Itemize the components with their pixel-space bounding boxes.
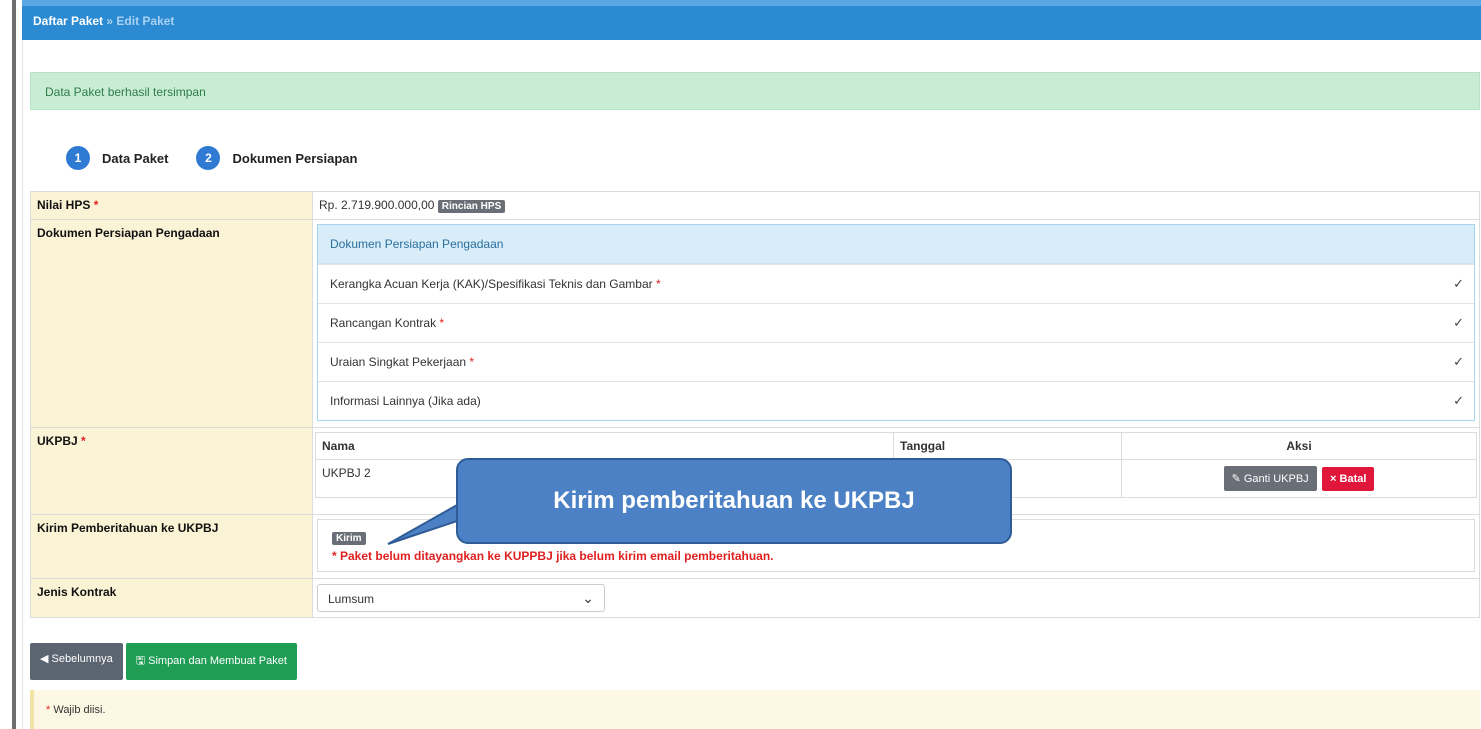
rincian-hps-button[interactable]: Rincian HPS	[437, 200, 506, 213]
save-icon: 🖫	[135, 655, 146, 667]
row-nilai-hps: Nilai HPS * Rp. 2.719.900.000,00 Rincian…	[30, 191, 1480, 220]
step-dokumen-persiapan[interactable]: 2 Dokumen Persiapan	[196, 146, 357, 170]
ukpbj-aksi: ✎ Ganti UKPBJ × Batal	[1121, 459, 1477, 498]
edit-icon: ✎	[1231, 473, 1241, 485]
col-tanggal: Tanggal	[893, 432, 1122, 460]
value-jenis-kontrak: Lumsum ⌄	[312, 578, 1480, 618]
batal-button[interactable]: × Batal	[1322, 467, 1375, 491]
jenis-kontrak-selected: Lumsum	[328, 592, 375, 606]
label-dokumen-persiapan: Dokumen Persiapan Pengadaan	[30, 219, 313, 428]
label-ukpbj: UKPBJ *	[30, 427, 313, 515]
paket-form: Nilai HPS * Rp. 2.719.900.000,00 Rincian…	[30, 191, 1480, 618]
wizard-steps: 1 Data Paket 2 Dokumen Persiapan	[66, 146, 385, 170]
required-note: * Wajib diisi.	[30, 690, 1480, 729]
ukpbj-table-header: Nama Tanggal Aksi	[315, 432, 1477, 460]
note-text: Wajib diisi.	[53, 704, 106, 716]
label-nilai-hps: Nilai HPS *	[30, 191, 313, 220]
note-asterisk: *	[46, 704, 51, 716]
kirim-button[interactable]: Kirim	[332, 532, 366, 545]
callout-annotation: Kirim pemberitahuan ke UKPBJ	[456, 458, 1012, 544]
label-kirim-pemberitahuan: Kirim Pemberitahuan ke UKPBJ	[30, 514, 313, 579]
check-icon: ✓	[1453, 315, 1464, 330]
dokumen-item-rancangan-kontrak[interactable]: Rancangan Kontrak * ✓	[318, 303, 1474, 342]
check-icon: ✓	[1453, 276, 1464, 291]
breadcrumb-separator: »	[106, 14, 114, 28]
row-dokumen-persiapan: Dokumen Persiapan Pengadaan Dokumen Pers…	[30, 219, 1480, 428]
col-nama: Nama	[315, 432, 894, 460]
dokumen-panel-title: Dokumen Persiapan Pengadaan	[318, 225, 1474, 264]
dokumen-item-informasi-lainnya[interactable]: Informasi Lainnya (Jika ada) ✓	[318, 381, 1474, 420]
breadcrumb-current: Edit Paket	[116, 14, 175, 28]
step-label: Dokumen Persiapan	[232, 150, 358, 166]
row-jenis-kontrak: Jenis Kontrak Lumsum ⌄	[30, 578, 1480, 618]
window-left-edge	[0, 0, 23, 729]
jenis-kontrak-select[interactable]: Lumsum ⌄	[317, 584, 605, 612]
step-number: 1	[66, 146, 90, 170]
dokumen-panel: Dokumen Persiapan Pengadaan Kerangka Acu…	[317, 224, 1475, 421]
close-icon: ×	[1330, 473, 1337, 485]
breadcrumb: Daftar Paket » Edit Paket	[22, 0, 1481, 40]
check-icon: ✓	[1453, 354, 1464, 369]
label-jenis-kontrak: Jenis Kontrak	[30, 578, 313, 618]
breadcrumb-root[interactable]: Daftar Paket	[33, 14, 103, 28]
value-dokumen-persiapan: Dokumen Persiapan Pengadaan Kerangka Acu…	[312, 219, 1480, 428]
form-actions: ◀ Sebelumnya 🖫 Simpan dan Membuat Paket	[30, 643, 297, 680]
kirim-warning: * Paket belum ditayangkan ke KUPPBJ jika…	[332, 549, 774, 563]
step-label: Data Paket	[102, 150, 169, 166]
step-data-paket[interactable]: 1 Data Paket	[66, 146, 168, 170]
check-icon: ✓	[1453, 393, 1464, 408]
arrow-left-circle-icon: ◀	[40, 653, 49, 665]
page: Daftar Paket » Edit Paket Data Paket ber…	[22, 0, 1481, 729]
col-aksi: Aksi	[1121, 432, 1477, 460]
value-nilai-hps: Rp. 2.719.900.000,00 Rincian HPS	[312, 191, 1480, 220]
step-number: 2	[196, 146, 221, 170]
simpan-button[interactable]: 🖫 Simpan dan Membuat Paket	[125, 643, 297, 680]
chevron-down-icon: ⌄	[582, 590, 594, 606]
hps-value: Rp. 2.719.900.000,00	[319, 198, 435, 212]
dokumen-item-uraian-singkat[interactable]: Uraian Singkat Pekerjaan * ✓	[318, 342, 1474, 381]
ganti-ukpbj-button[interactable]: ✎ Ganti UKPBJ	[1223, 466, 1317, 491]
sebelumnya-button[interactable]: ◀ Sebelumnya	[30, 643, 123, 680]
dokumen-item-kak[interactable]: Kerangka Acuan Kerja (KAK)/Spesifikasi T…	[318, 264, 1474, 303]
success-alert: Data Paket berhasil tersimpan	[30, 72, 1480, 110]
